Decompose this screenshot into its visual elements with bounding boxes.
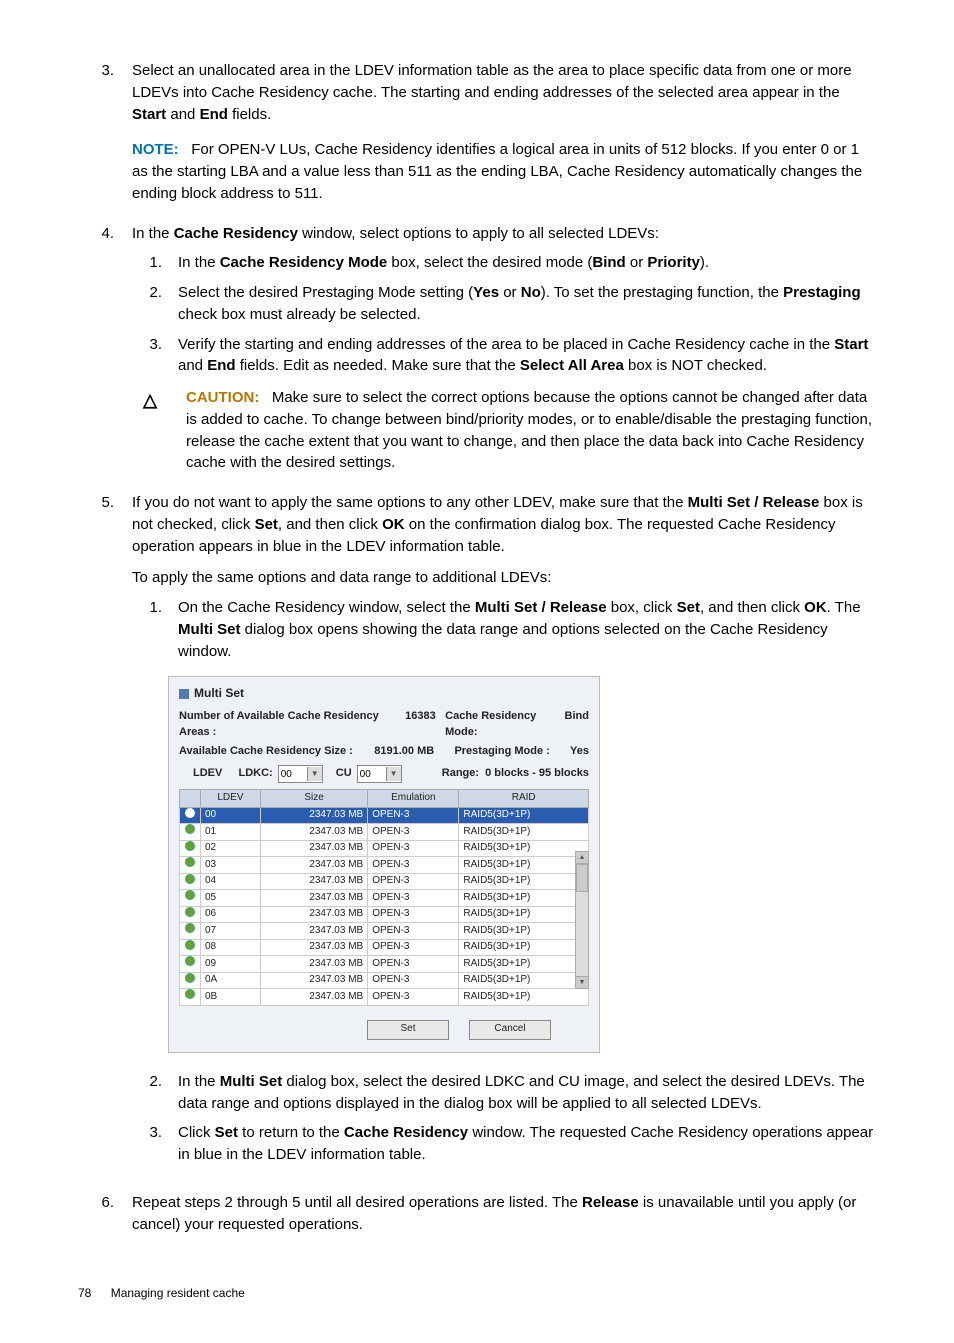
step-number: 6. [78,1192,132,1236]
scrollbar[interactable]: ▲ ▼ [575,851,589,989]
scroll-up-icon[interactable]: ▲ [576,852,588,864]
chevron-down-icon[interactable]: ▼ [386,767,401,781]
table-row[interactable]: 042347.03 MBOPEN-3RAID5(3D+1P) [180,873,589,890]
multi-set-dialog: Multi Set Number of Available Cache Resi… [168,676,600,1053]
scroll-down-icon[interactable]: ▼ [576,976,588,988]
page-footer: 78 Managing resident cache [78,1285,876,1302]
table-row[interactable]: 092347.03 MBOPEN-3RAID5(3D+1P) [180,956,589,973]
table-row[interactable]: 022347.03 MBOPEN-3RAID5(3D+1P) [180,840,589,857]
status-dot-icon [185,973,195,983]
dialog-title: Multi Set [179,685,589,702]
status-dot-icon [185,907,195,917]
table-row[interactable]: 052347.03 MBOPEN-3RAID5(3D+1P) [180,890,589,907]
table-row[interactable]: 002347.03 MBOPEN-3RAID5(3D+1P) [180,807,589,824]
caution-text: Make sure to select the correct options … [186,389,872,471]
cancel-button[interactable]: Cancel [469,1020,551,1040]
note-text: For OPEN-V LUs, Cache Residency identifi… [132,141,862,202]
step-number: 5. [78,492,132,1174]
table-row[interactable]: 012347.03 MBOPEN-3RAID5(3D+1P) [180,824,589,841]
step-text: Repeat steps 2 through 5 until all desir… [132,1192,876,1236]
step-number: 4. [78,223,132,475]
status-dot-icon [185,923,195,933]
table-row[interactable]: 072347.03 MBOPEN-3RAID5(3D+1P) [180,923,589,940]
table-row[interactable]: 0A2347.03 MBOPEN-3RAID5(3D+1P) [180,972,589,989]
status-dot-icon [185,874,195,884]
status-dot-icon [185,989,195,999]
set-button[interactable]: Set [367,1020,449,1040]
title-square-icon [179,689,189,699]
table-row[interactable]: 082347.03 MBOPEN-3RAID5(3D+1P) [180,939,589,956]
status-dot-icon [185,808,195,818]
page-number: 78 [78,1285,91,1302]
chevron-down-icon[interactable]: ▼ [307,767,322,781]
caution-block: △ CAUTION: Make sure to select the corre… [132,387,876,474]
table-row[interactable]: 032347.03 MBOPEN-3RAID5(3D+1P) [180,857,589,874]
table-row[interactable]: 0B2347.03 MBOPEN-3RAID5(3D+1P) [180,989,589,1006]
status-dot-icon [185,940,195,950]
step-text: If you do not want to apply the same opt… [132,492,876,1174]
status-dot-icon [185,841,195,851]
note-block: NOTE: For OPEN-V LUs, Cache Residency id… [132,139,876,204]
status-dot-icon [185,857,195,867]
caution-icon: △ [132,387,186,474]
step-text: Select an unallocated area in the LDEV i… [132,60,876,205]
cu-select[interactable]: ▼ [357,765,402,783]
note-label: NOTE: [132,141,179,158]
table-row[interactable]: 062347.03 MBOPEN-3RAID5(3D+1P) [180,906,589,923]
status-dot-icon [185,890,195,900]
ldev-table[interactable]: LDEV Size Emulation RAID 002347.03 MBOPE… [179,789,589,1006]
section-title: Managing resident cache [111,1286,245,1300]
caution-label: CAUTION: [186,389,259,406]
ldkc-select[interactable]: ▼ [278,765,323,783]
procedure-list: 3. Select an unallocated area in the LDE… [78,60,876,1235]
step-number: 3. [78,60,132,205]
scroll-thumb[interactable] [576,864,588,892]
status-dot-icon [185,956,195,966]
status-dot-icon [185,824,195,834]
step-text: In the Cache Residency window, select op… [132,223,876,475]
